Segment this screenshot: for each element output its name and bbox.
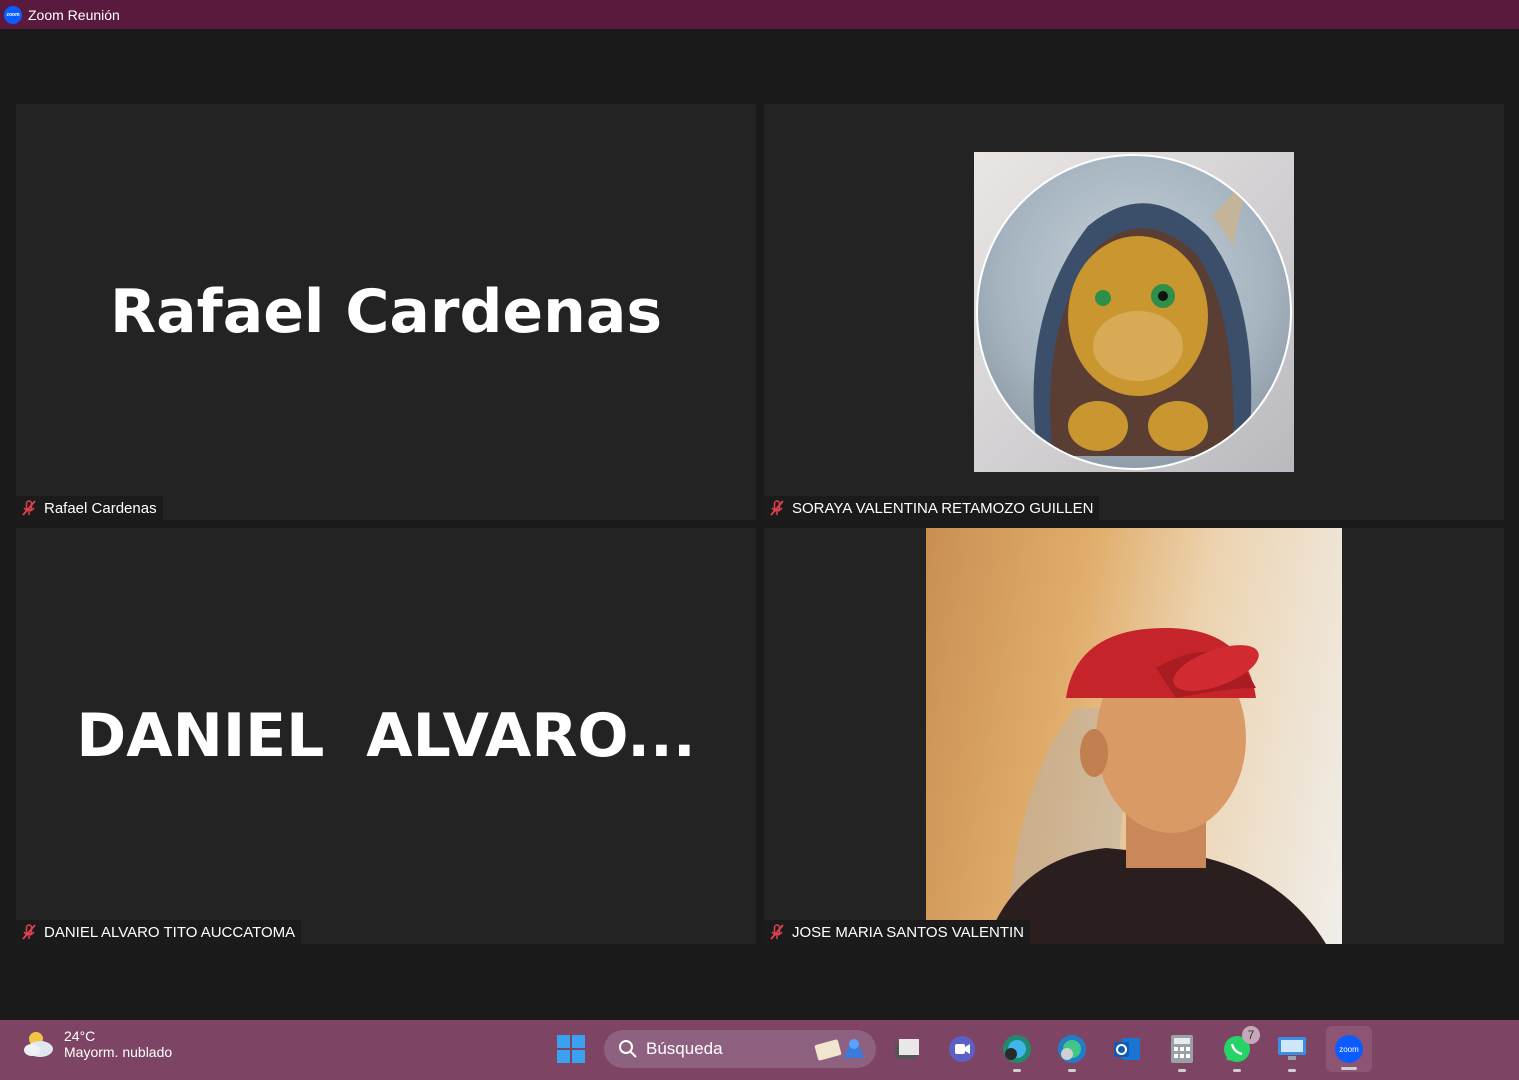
task-view-icon xyxy=(895,1039,919,1059)
weather-widget[interactable]: 24°C Mayorm. nublado xyxy=(22,1028,172,1060)
participant-name-label: DANIEL ALVARO TITO AUCCATOMA xyxy=(44,923,296,941)
taskbar-search-box[interactable]: Búsqueda xyxy=(604,1030,876,1068)
edge-button[interactable] xyxy=(1055,1032,1089,1072)
notification-badge: 7 xyxy=(1242,1026,1260,1044)
participant-name-label: Rafael Cardenas xyxy=(44,499,157,517)
zoom-taskbar-button[interactable]: zoom xyxy=(1326,1026,1372,1072)
video-tile-jose[interactable]: JOSE MARIA SANTOS VALENTIN xyxy=(764,528,1504,944)
windows-start-icon xyxy=(557,1035,585,1063)
participant-display-name: Rafael Cardenas xyxy=(109,277,663,347)
edge-dev-icon xyxy=(1003,1035,1031,1063)
edge-icon xyxy=(1058,1035,1086,1063)
outlook-button[interactable] xyxy=(1110,1032,1144,1066)
windows-taskbar: 24°C Mayorm. nublado Búsqueda 7 zoom xyxy=(0,1020,1519,1080)
teams-icon xyxy=(949,1036,975,1062)
search-placeholder: Búsqueda xyxy=(646,1039,723,1058)
remote-desktop-button[interactable] xyxy=(1275,1032,1309,1072)
edge-dev-button[interactable] xyxy=(1000,1032,1034,1072)
participant-name-tag: DANIEL ALVARO TITO AUCCATOMA xyxy=(16,920,302,944)
video-tile-soraya[interactable]: SORAYA VALENTINA RETAMOZO GUILLEN xyxy=(764,104,1504,520)
start-button[interactable] xyxy=(554,1032,588,1066)
teams-button[interactable] xyxy=(945,1032,979,1066)
weather-condition: Mayorm. nublado xyxy=(64,1044,173,1060)
title-bar[interactable]: zoom Zoom Reunión xyxy=(0,0,1519,29)
zoom-app-icon: zoom xyxy=(4,5,22,24)
person-photo-image xyxy=(926,528,1342,944)
search-icon xyxy=(619,1040,637,1058)
video-tile-rafael[interactable]: Rafael Cardenas Rafael Cardenas xyxy=(16,104,756,520)
participant-display-name: DANIEL ALVARO... xyxy=(76,701,696,771)
muted-mic-icon xyxy=(770,924,784,940)
whatsapp-button[interactable]: 7 xyxy=(1220,1026,1260,1072)
search-highlight-icon xyxy=(814,1039,864,1061)
muted-mic-icon xyxy=(22,500,36,516)
participant-name-tag: Rafael Cardenas xyxy=(16,496,163,520)
participant-name-tag: JOSE MARIA SANTOS VALENTIN xyxy=(764,920,1031,944)
window-title: Zoom Reunión xyxy=(28,6,120,23)
zoom-icon: zoom xyxy=(1335,1035,1363,1063)
task-view-button[interactable] xyxy=(890,1032,924,1066)
participant-name-tag: SORAYA VALENTINA RETAMOZO GUILLEN xyxy=(764,496,1100,520)
svg-text:zoom: zoom xyxy=(1339,1045,1359,1054)
participant-name-label: SORAYA VALENTINA RETAMOZO GUILLEN xyxy=(792,499,1094,517)
weather-temp: 24°C xyxy=(64,1028,96,1044)
dragon-avatar-image xyxy=(974,152,1294,472)
weather-cloudy-icon xyxy=(24,1032,53,1057)
calculator-button[interactable] xyxy=(1165,1032,1199,1072)
calculator-icon xyxy=(1171,1035,1193,1063)
muted-mic-icon xyxy=(22,924,36,940)
muted-mic-icon xyxy=(770,500,784,516)
remote-desktop-icon xyxy=(1278,1037,1306,1060)
video-tile-daniel[interactable]: DANIEL ALVARO... DANIEL ALVARO TITO AUCC… xyxy=(16,528,756,944)
participant-name-label: JOSE MARIA SANTOS VALENTIN xyxy=(792,923,1025,941)
outlook-icon xyxy=(1114,1038,1140,1060)
